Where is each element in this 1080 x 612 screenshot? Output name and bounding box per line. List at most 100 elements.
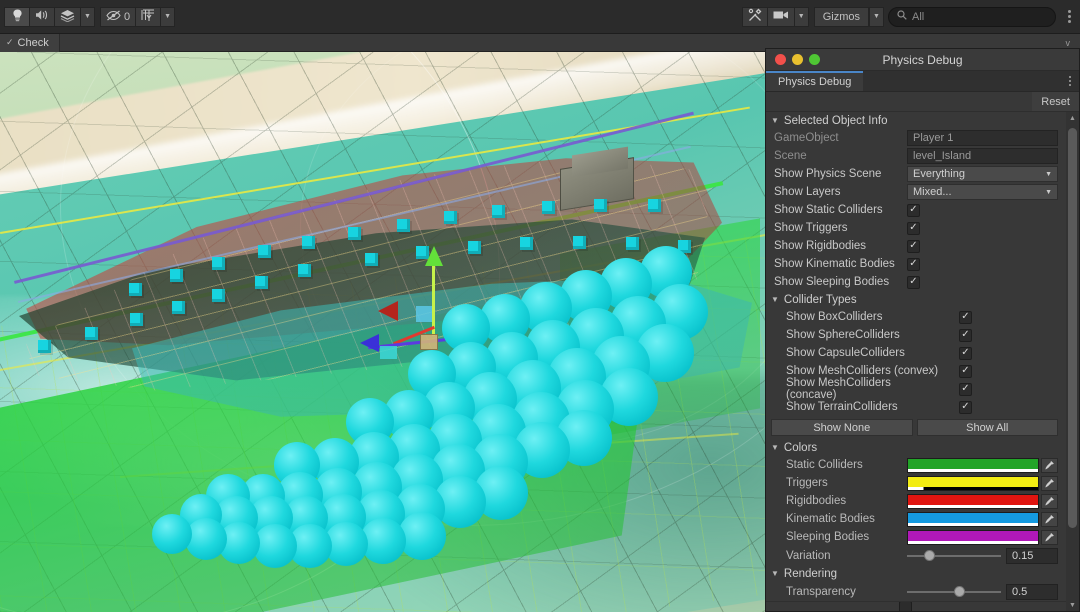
show-spherecolliders-checkbox[interactable]: ✓ [959, 329, 972, 342]
eyedropper-icon[interactable] [1041, 458, 1058, 473]
field-row-scene: Scene level_Island [766, 147, 1066, 165]
unity-editor-window: ▼ 0 ▼ [0, 0, 1080, 612]
reset-row: Reset [766, 92, 1079, 112]
toggle-label: Show SphereColliders [774, 329, 907, 341]
scrollbar-thumb[interactable] [1068, 128, 1077, 528]
toggle-row-show-rigidbodies: Show Rigidbodies ✓ [766, 237, 1066, 255]
transparency-slider[interactable] [907, 585, 1001, 599]
transparency-value[interactable]: 0.5 [1006, 584, 1058, 600]
variation-value[interactable]: 0.15 [1006, 548, 1058, 564]
checkmark-icon: ✓ [6, 37, 14, 48]
scroll-down-arrow[interactable]: ▼ [1066, 599, 1079, 611]
toolbar-overflow-menu[interactable] [1062, 5, 1076, 29]
physics-debug-scroll-content: ▼ Selected Object Info GameObject Player… [766, 112, 1066, 611]
camera-dropdown-caret[interactable]: ▼ [794, 7, 809, 27]
check-tab[interactable]: ✓ Check [0, 34, 60, 52]
show-layers-dropdown[interactable]: Mixed... ▼ [907, 184, 1058, 200]
fx-toggle-button[interactable] [54, 7, 81, 27]
lightbulb-icon [12, 9, 23, 25]
show-terraincolliders-checkbox[interactable]: ✓ [959, 401, 972, 414]
scroll-up-arrow[interactable]: ▲ [1066, 112, 1079, 124]
window-title: Physics Debug [766, 53, 1079, 67]
foldout-colors[interactable]: ▼ Colors [766, 439, 1066, 456]
static-colliders-color-swatch[interactable] [907, 458, 1039, 473]
show-capsulecolliders-checkbox[interactable]: ✓ [959, 347, 972, 360]
gizmos-dropdown-caret[interactable]: ▼ [869, 7, 884, 27]
toggle-row-show-meshcolliders-concave: Show MeshColliders (concave) ✓ [766, 380, 1066, 398]
check-overflow-caret[interactable]: v [1066, 38, 1080, 48]
scene-value: level_Island [907, 148, 1058, 164]
show-physics-scene-label: Show Physics Scene [774, 168, 907, 180]
clipped-checkbox[interactable] [899, 601, 912, 611]
show-sleeping-bodies-checkbox[interactable]: ✓ [907, 276, 920, 289]
section-title: Rendering [784, 568, 837, 580]
toggle-row-show-capsulecolliders: Show CapsuleColliders ✓ [766, 344, 1066, 362]
triangle-down-icon: ▼ [771, 116, 779, 125]
sleeping-bodies-color-swatch[interactable] [907, 530, 1039, 545]
foldout-selected-object-info[interactable]: ▼ Selected Object Info [766, 112, 1066, 129]
kinematic-bodies-color-swatch[interactable] [907, 512, 1039, 527]
eyedropper-icon[interactable] [1041, 494, 1058, 509]
speaker-icon [35, 9, 49, 24]
physics-debug-tabrow: Physics Debug [766, 71, 1079, 92]
fx-dropdown-caret[interactable]: ▼ [80, 7, 95, 27]
grid-icon [141, 9, 155, 25]
search-input[interactable]: All [888, 7, 1056, 27]
color-label: Triggers [774, 477, 907, 489]
show-all-button[interactable]: Show All [917, 419, 1059, 436]
panel-options-menu[interactable] [1061, 71, 1079, 91]
show-rigidbodies-checkbox[interactable]: ✓ [907, 240, 920, 253]
show-meshcolliders-concave-checkbox[interactable]: ✓ [959, 383, 972, 396]
variation-slider[interactable] [907, 549, 1001, 563]
toggle-label: Show Sleeping Bodies [774, 276, 907, 288]
scene-toolbar: ▼ 0 ▼ [0, 0, 1080, 34]
color-label: Kinematic Bodies [774, 513, 907, 525]
eyedropper-icon[interactable] [1041, 512, 1058, 527]
toggle-label: Show Static Colliders [774, 204, 907, 216]
panel-vertical-scrollbar[interactable]: ▲ ▼ [1066, 112, 1079, 611]
physics-debug-titlebar[interactable]: Physics Debug [766, 49, 1079, 71]
search-placeholder-text: All [912, 11, 924, 23]
hidden-objects-button[interactable]: 0 [100, 7, 136, 27]
show-none-button[interactable]: Show None [771, 419, 913, 436]
camera-button[interactable] [767, 7, 795, 27]
audio-toggle-button[interactable] [29, 7, 55, 27]
foldout-collider-types[interactable]: ▼ Collider Types [766, 291, 1066, 308]
grid-toggle-button[interactable] [135, 7, 161, 27]
show-static-colliders-checkbox[interactable]: ✓ [907, 204, 920, 217]
toggle-row-show-kinematic-bodies: Show Kinematic Bodies ✓ [766, 255, 1066, 273]
color-row-static-colliders: Static Colliders [766, 456, 1066, 474]
show-kinematic-bodies-checkbox[interactable]: ✓ [907, 258, 920, 271]
wrench-screwdriver-icon [748, 8, 762, 25]
color-row-kinematic-bodies: Kinematic Bodies [766, 510, 1066, 528]
show-meshcolliders-convex-checkbox[interactable]: ✓ [959, 365, 972, 378]
section-title: Selected Object Info [784, 115, 888, 127]
toggle-label: Show BoxColliders [774, 311, 907, 323]
grid-dropdown-caret[interactable]: ▼ [160, 7, 175, 27]
gizmos-button[interactable]: Gizmos [814, 7, 869, 27]
foldout-rendering[interactable]: ▼ Rendering [766, 565, 1066, 582]
eyedropper-icon[interactable] [1041, 530, 1058, 545]
slider-row-variation: Variation 0.15 [766, 546, 1066, 565]
dropdown-row-show-physics-scene: Show Physics Scene Everything ▼ [766, 165, 1066, 183]
toggle-label: Show Triggers [774, 222, 907, 234]
rigidbodies-color-swatch[interactable] [907, 494, 1039, 509]
eyedropper-icon[interactable] [1041, 476, 1058, 491]
search-icon [897, 10, 907, 23]
chevron-down-icon: ▼ [798, 13, 805, 20]
show-triggers-checkbox[interactable]: ✓ [907, 222, 920, 235]
tools-button[interactable] [742, 7, 768, 27]
show-boxcolliders-checkbox[interactable]: ✓ [959, 311, 972, 324]
dropdown-value: Mixed... [913, 186, 952, 198]
toggle-label: Show MeshColliders (concave) [774, 377, 942, 401]
tab-physics-debug[interactable]: Physics Debug [766, 71, 863, 91]
triggers-color-swatch[interactable] [907, 476, 1039, 491]
lighting-toggle-button[interactable] [4, 7, 30, 27]
show-physics-scene-dropdown[interactable]: Everything ▼ [907, 166, 1058, 182]
reset-button[interactable]: Reset [1032, 92, 1079, 111]
toolbar-right-group: ▼ Gizmos ▼ All [742, 7, 1080, 27]
toggle-row-show-boxcolliders: Show BoxColliders ✓ [766, 308, 1066, 326]
chevron-down-icon: ▼ [1045, 189, 1052, 196]
clipped-row-below-fold[interactable] [766, 601, 1066, 611]
chevron-down-icon: ▼ [1045, 171, 1052, 178]
